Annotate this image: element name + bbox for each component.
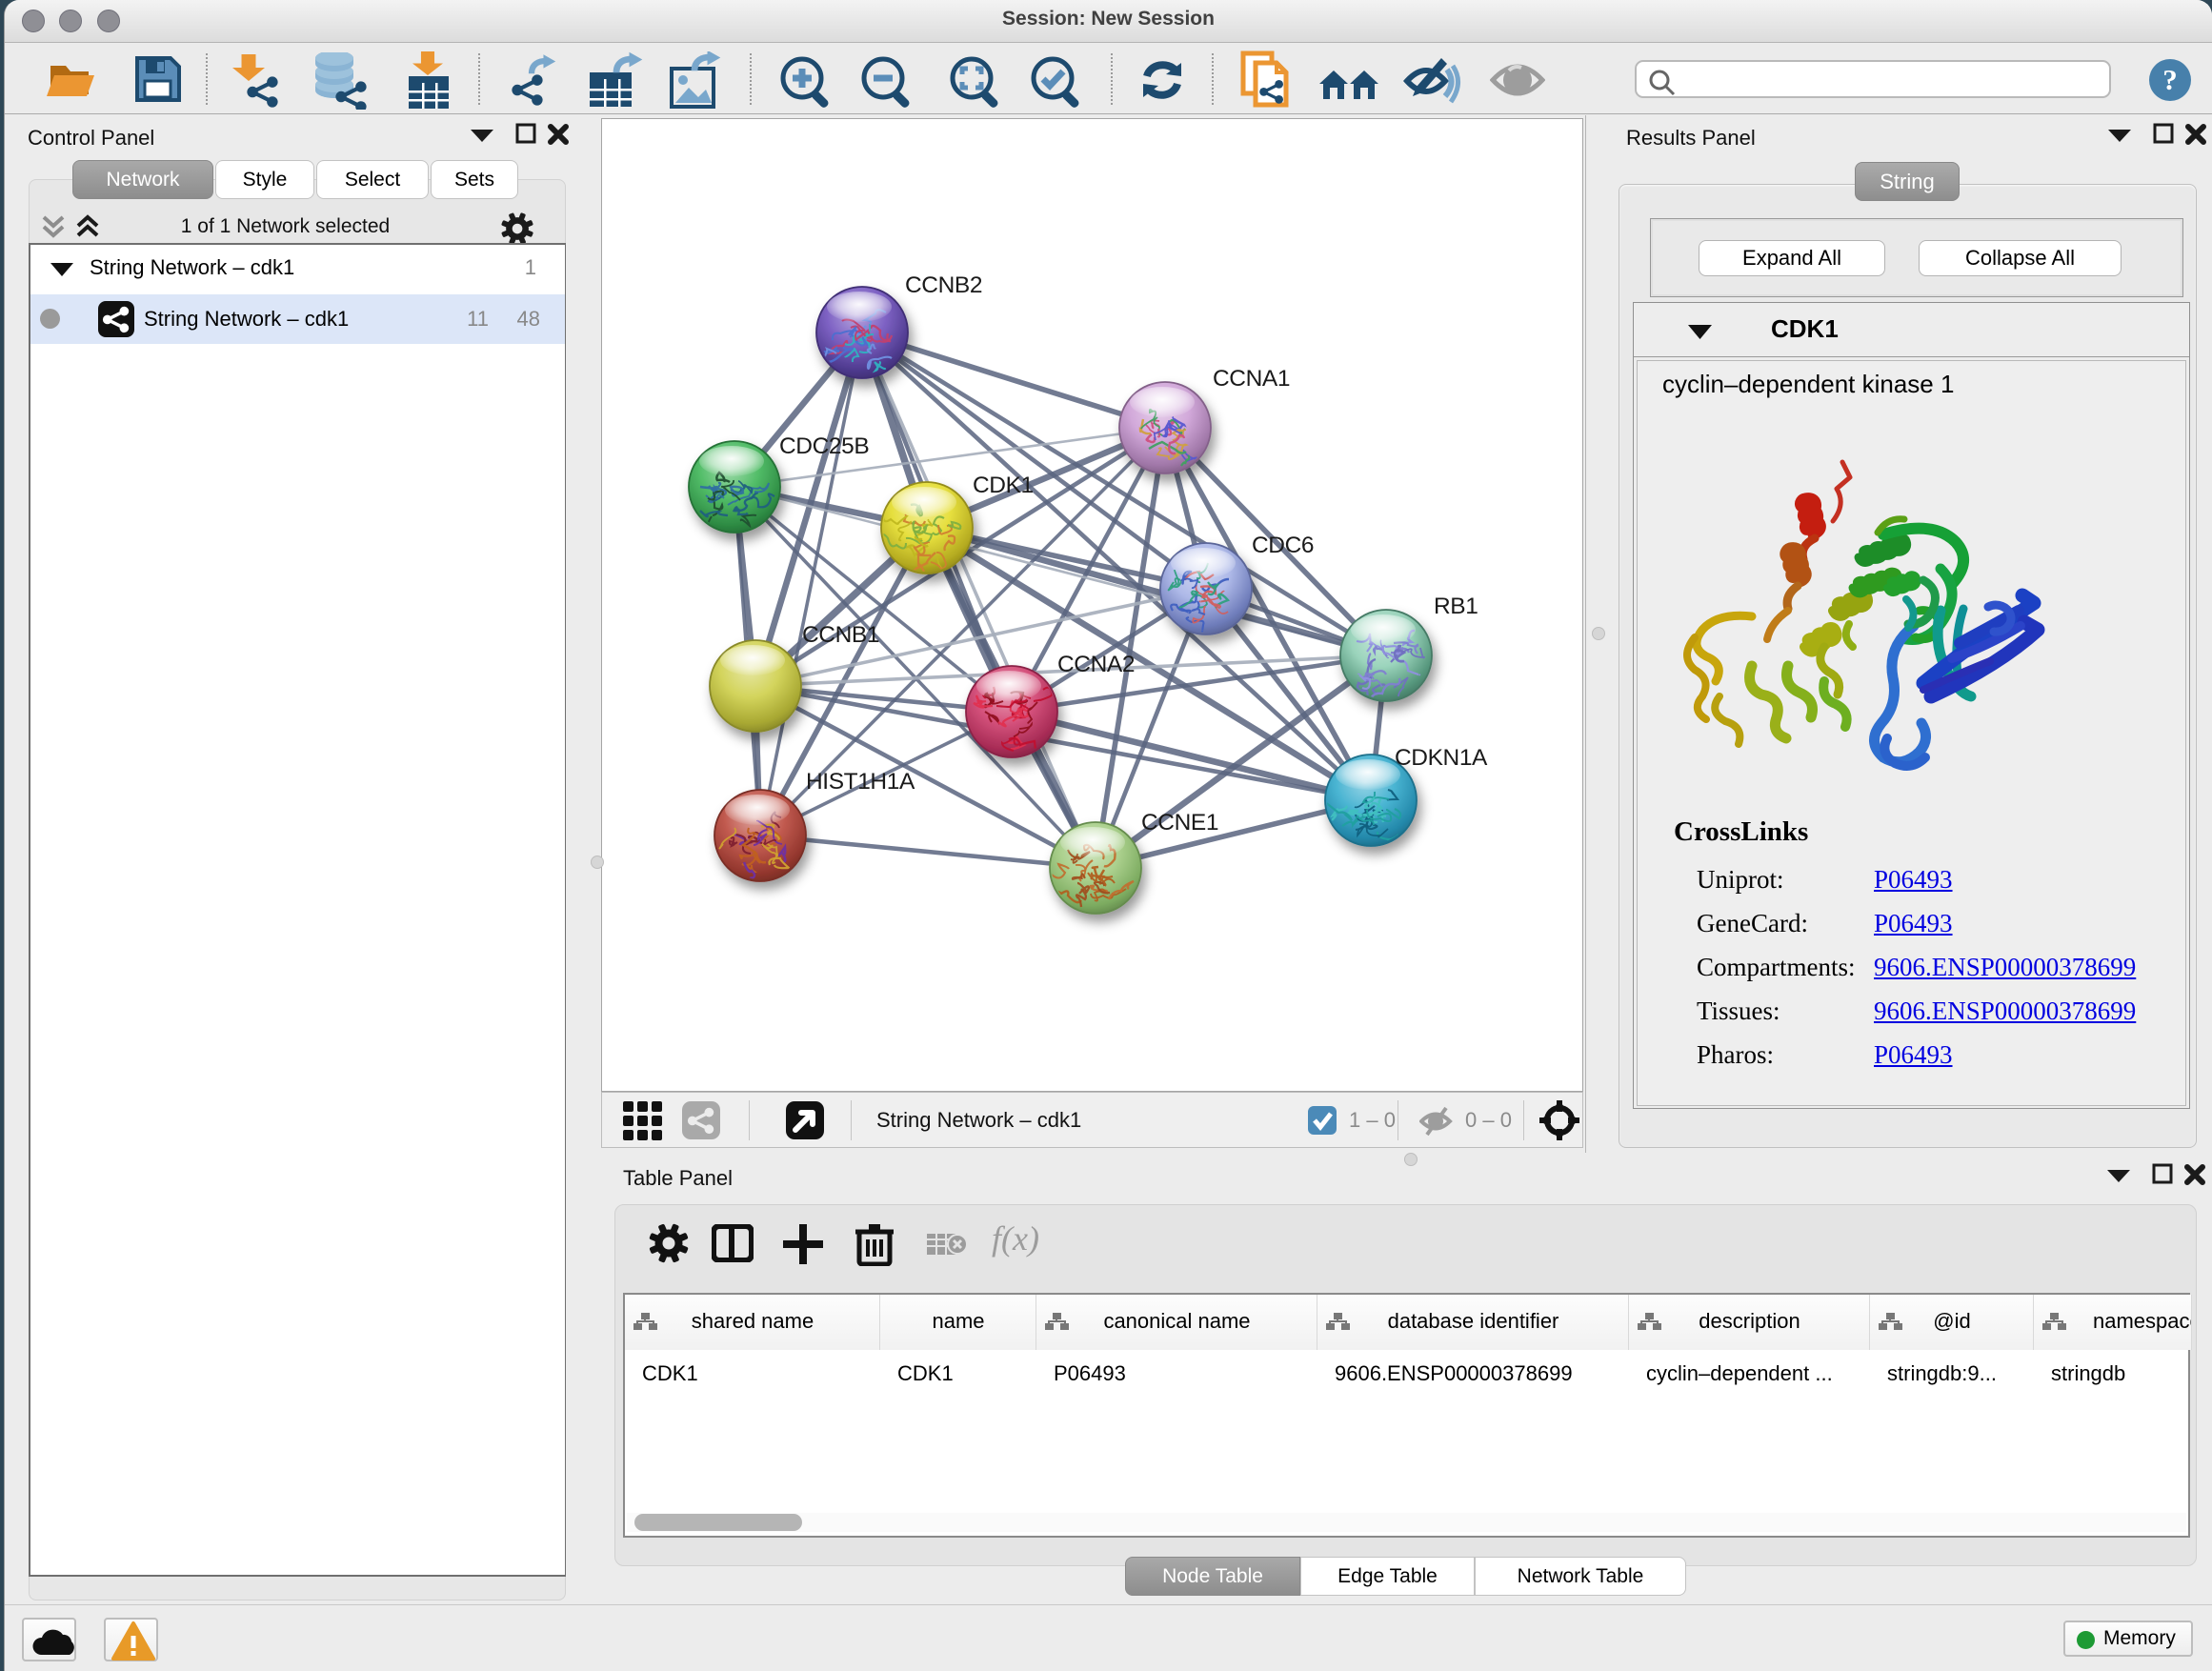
svg-text:CCNB2: CCNB2 — [905, 272, 982, 298]
svg-text:CCNE1: CCNE1 — [1141, 810, 1218, 836]
svg-text:CCNA1: CCNA1 — [1213, 366, 1290, 392]
svg-text:CCNA2: CCNA2 — [1057, 652, 1135, 677]
svg-text:CDC25B: CDC25B — [779, 433, 869, 459]
svg-text:CDC6: CDC6 — [1252, 533, 1314, 558]
svg-text:RB1: RB1 — [1434, 594, 1478, 619]
svg-text:CDKN1A: CDKN1A — [1395, 745, 1488, 771]
svg-text:HIST1H1A: HIST1H1A — [806, 769, 915, 795]
svg-text:CDK1: CDK1 — [973, 473, 1034, 498]
svg-text:CCNB1: CCNB1 — [802, 622, 879, 648]
